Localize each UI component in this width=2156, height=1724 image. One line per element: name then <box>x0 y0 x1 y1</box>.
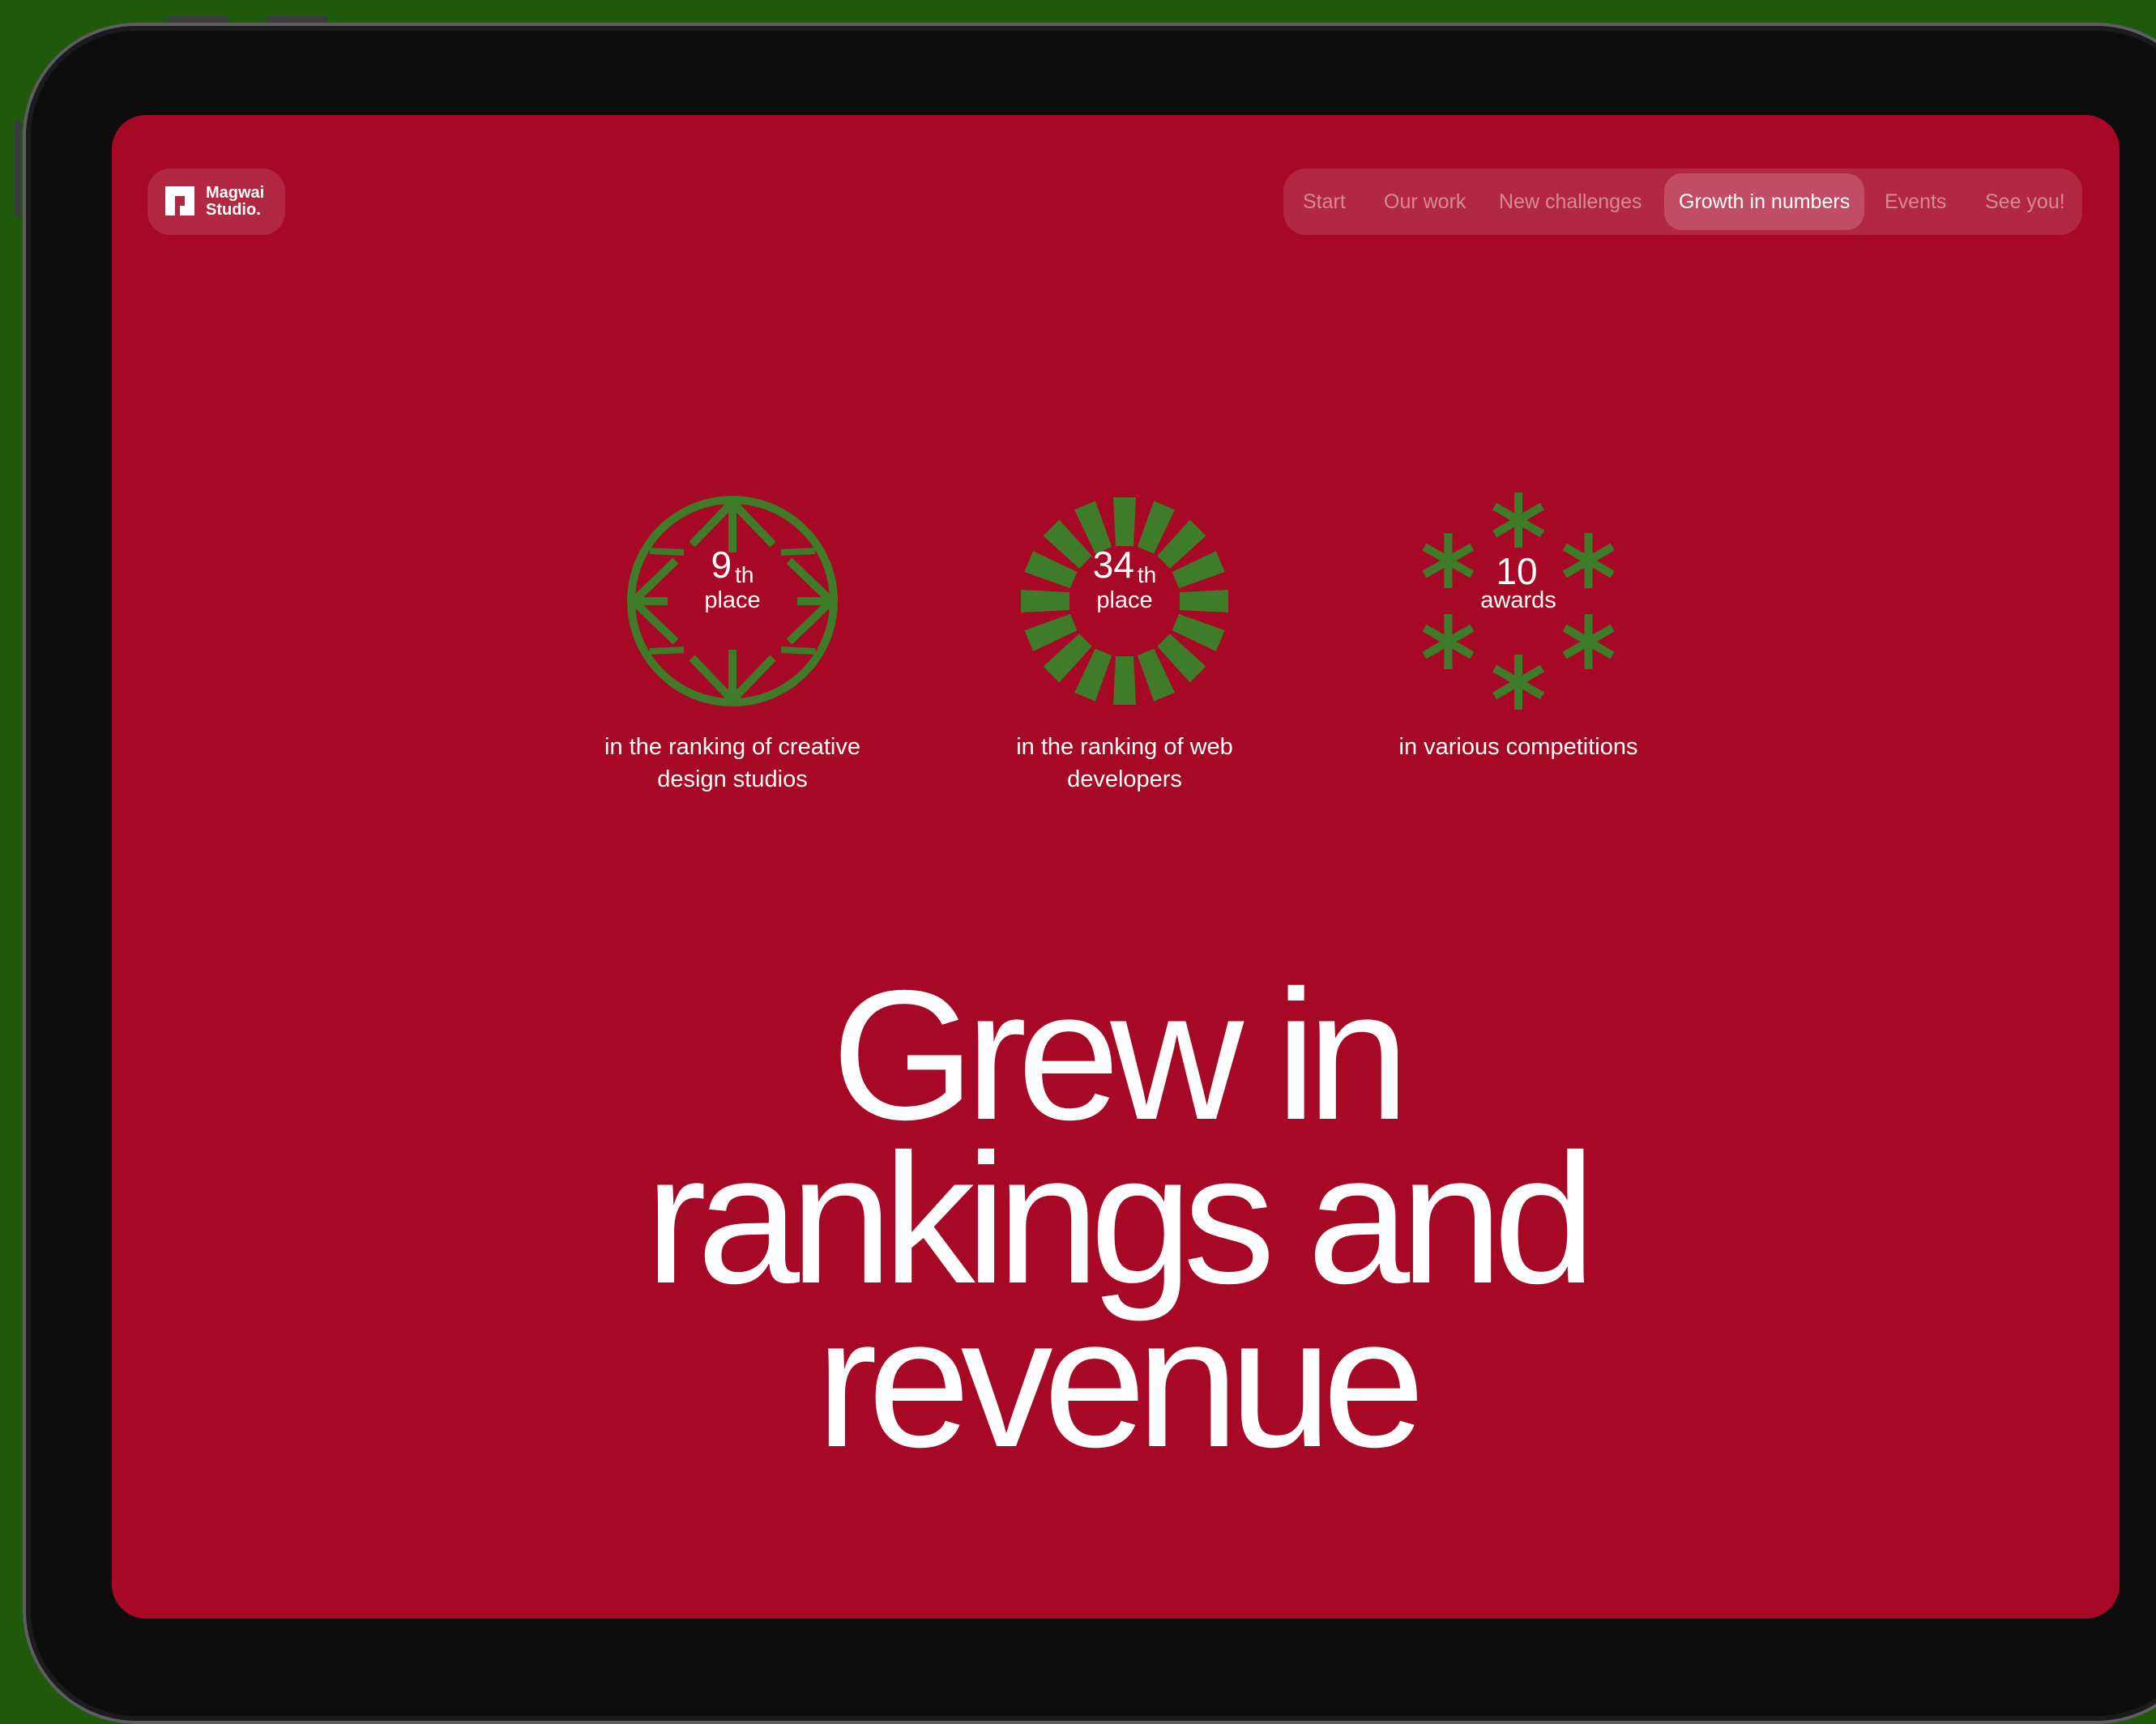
tablet-frame: Magwai Studio. Start Our work New challe… <box>15 16 2156 1724</box>
stat-number-suffix: th <box>1137 562 1157 587</box>
nav-item-our-work[interactable]: Our work <box>1384 173 1466 230</box>
nav-item-start[interactable]: Start <box>1303 173 1346 230</box>
magwai-logo-icon <box>165 186 194 216</box>
tablet-top-button <box>167 16 228 23</box>
headline-line-1: Grew in <box>831 953 1410 1159</box>
nav-item-events[interactable]: Events <box>1885 173 1946 230</box>
asterisk-icon <box>1492 493 1544 548</box>
studio-logo[interactable]: Magwai Studio. <box>147 169 285 235</box>
stat-number-suffix: th <box>735 562 754 587</box>
sunburst-ray <box>1113 497 1136 546</box>
stat-description: in the ranking of web developers <box>1016 734 1233 792</box>
logo-text: Magwai Studio. <box>206 185 264 219</box>
stat-number-value: 34 <box>1092 544 1134 586</box>
sunburst-ray <box>1113 656 1136 705</box>
tablet-top-button <box>266 16 327 23</box>
stat-description: in the ranking of creative design studio… <box>604 734 860 792</box>
asterisk-icon <box>1562 614 1615 669</box>
section-nav: Start Our work New challenges Growth in … <box>1283 169 2082 235</box>
stat-number-value: 9 <box>711 544 732 586</box>
stat-unit: awards <box>1480 587 1556 613</box>
tablet-side-button <box>15 120 21 217</box>
page-headline: Grew in rankings and revenue <box>112 953 2120 1486</box>
stat-number-value: 10 <box>1496 550 1538 592</box>
logo-line-1: Magwai <box>206 184 265 202</box>
headline-line-2: rankings and <box>645 1116 1596 1322</box>
nav-item-growth-in-numbers[interactable]: Growth in numbers <box>1664 173 1865 230</box>
asterisk-icon <box>1422 614 1475 669</box>
asterisk-icon <box>1492 655 1544 710</box>
stat-unit: place <box>1096 587 1153 613</box>
website-screen: Magwai Studio. Start Our work New challe… <box>112 115 2120 1619</box>
nav-item-see-you[interactable]: See you! <box>1985 173 2065 230</box>
headline-line-3: revenue <box>816 1280 1425 1486</box>
stat-description: in various competitions <box>1398 734 1638 760</box>
logo-line-2: Studio. <box>206 201 261 219</box>
stat-unit: place <box>704 587 761 613</box>
nav-item-new-challenges[interactable]: New challenges <box>1499 173 1642 230</box>
